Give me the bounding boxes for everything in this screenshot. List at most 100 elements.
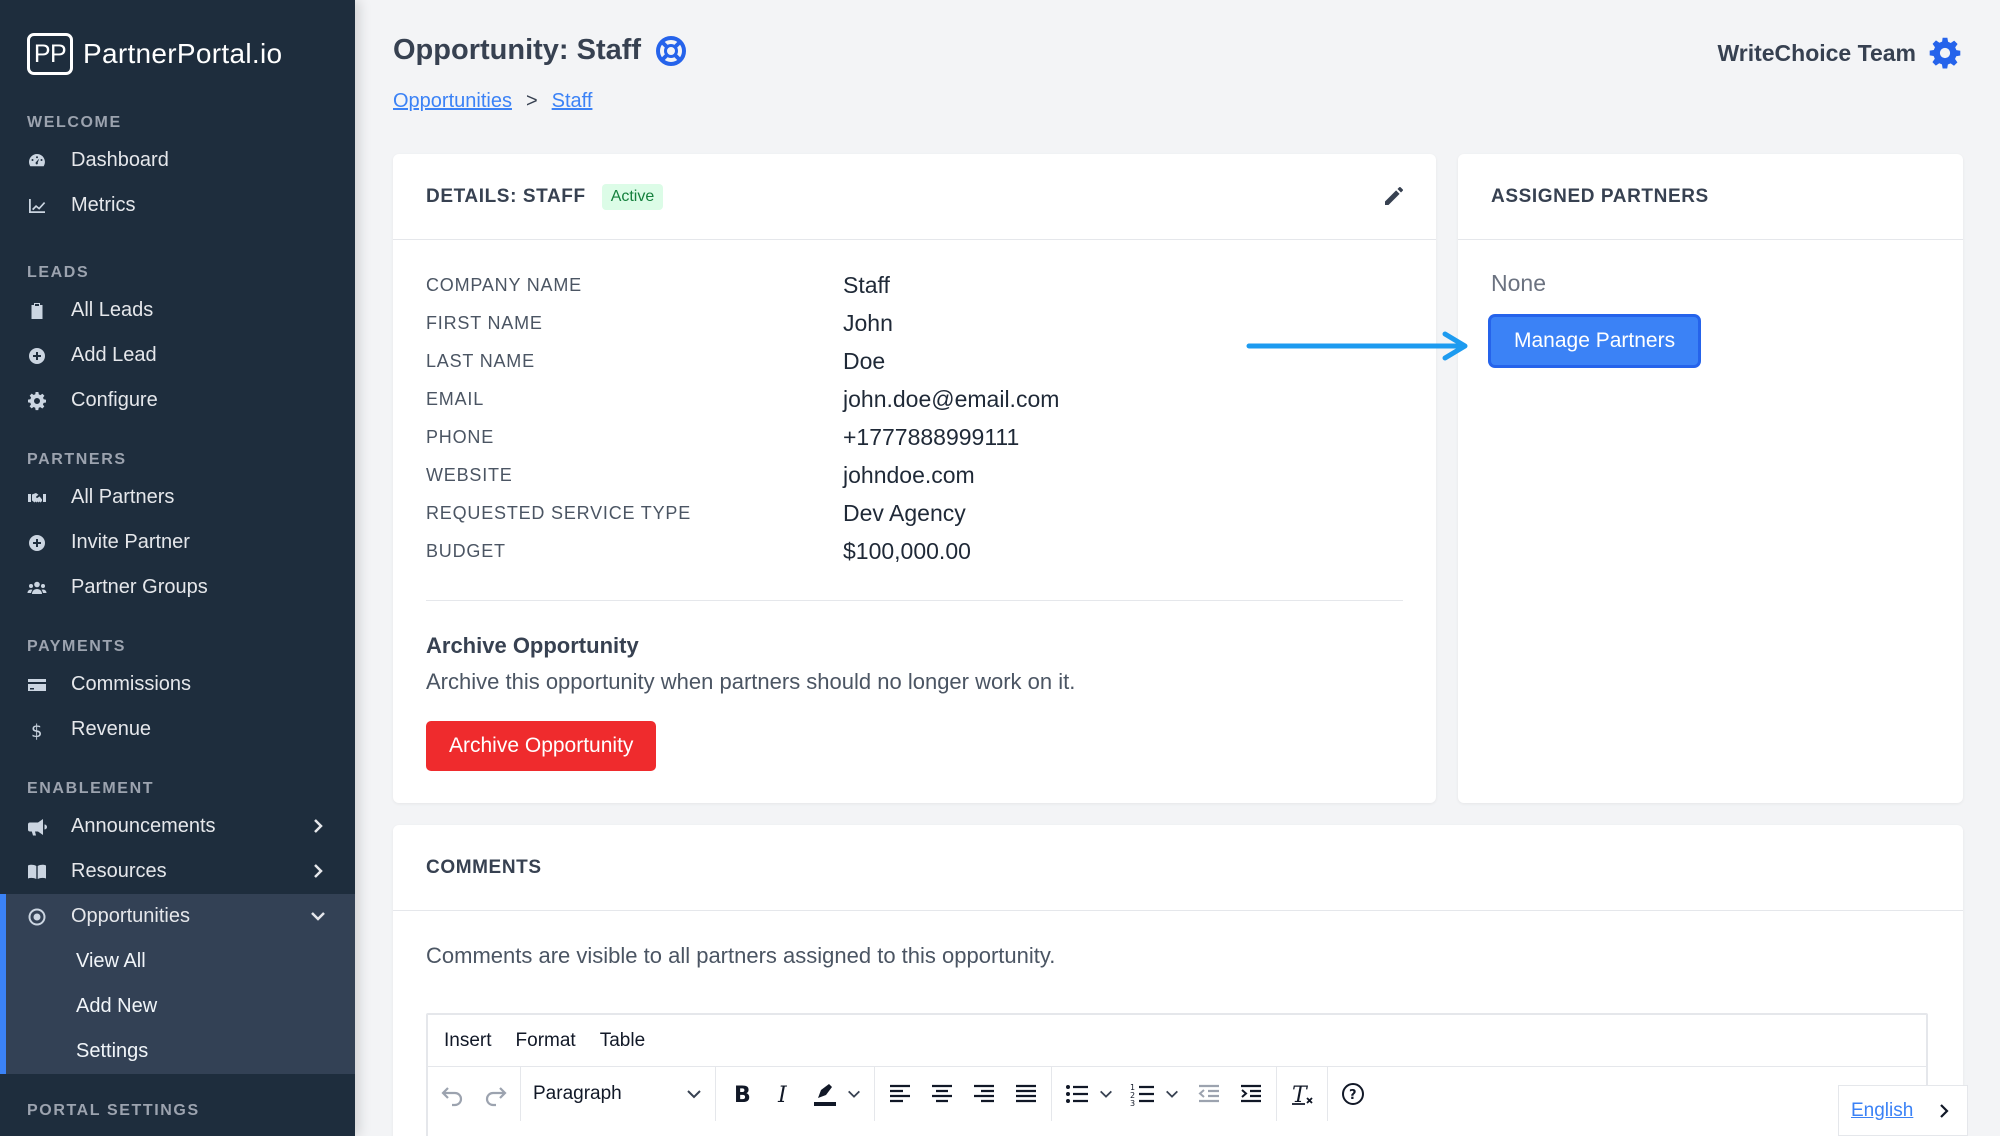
- archive-description: Archive this opportunity when partners s…: [426, 669, 1076, 694]
- detail-row: EMAIL john.doe@email.com: [426, 380, 1403, 418]
- sidebar-item-partner-groups[interactable]: Partner Groups: [0, 565, 355, 610]
- manage-partners-button[interactable]: Manage Partners: [1491, 317, 1699, 365]
- detail-value: johndoe.com: [843, 461, 975, 488]
- sidebar-subitem-settings[interactable]: Settings: [6, 1029, 355, 1074]
- editor-toolbar: Paragraph B I 123 T ?: [428, 1067, 1926, 1121]
- align-center-icon[interactable]: [929, 1081, 955, 1107]
- comments-description: Comments are visible to all partners ass…: [426, 943, 1056, 968]
- sidebar-item-label: Add Lead: [71, 344, 157, 366]
- block-format-select[interactable]: Paragraph: [533, 1083, 703, 1105]
- redo-icon[interactable]: [482, 1081, 508, 1107]
- help-circle-icon[interactable]: ?: [1340, 1081, 1366, 1107]
- detail-label: COMPANY NAME: [426, 274, 582, 295]
- sidebar-item-add-lead[interactable]: Add Lead: [0, 333, 355, 378]
- breadcrumb-staff-link[interactable]: Staff: [552, 90, 593, 113]
- sidebar-item-label: Commissions: [71, 673, 192, 695]
- detail-label: PHONE: [426, 426, 495, 447]
- menu-format[interactable]: Format: [516, 1030, 576, 1052]
- sidebar-item-configure[interactable]: Configure: [0, 378, 355, 423]
- sidebar-item-label: Revenue: [71, 718, 152, 740]
- list-group: 123: [1052, 1067, 1277, 1121]
- chevron-right-icon: [1940, 1103, 1949, 1118]
- sidebar-item-announcements[interactable]: Announcements: [0, 804, 355, 849]
- lifebuoy-icon[interactable]: [655, 35, 687, 67]
- dollar-icon: $: [27, 720, 55, 740]
- page-title: Opportunity: Staff: [393, 34, 687, 67]
- menu-insert[interactable]: Insert: [444, 1030, 492, 1052]
- dashboard-icon: [27, 151, 55, 171]
- clipboard-icon: [27, 301, 55, 321]
- sidebar-item-all-partners[interactable]: All Partners: [0, 475, 355, 520]
- megaphone-icon: [27, 817, 55, 837]
- numbered-list-icon[interactable]: 123: [1130, 1081, 1156, 1107]
- archive-opportunity-button[interactable]: Archive Opportunity: [426, 721, 657, 771]
- details-list: COMPANY NAME Staff FIRST NAME John LAST NA…: [393, 240, 1436, 570]
- sidebar-item-dashboard[interactable]: Dashboard: [0, 138, 355, 183]
- credit-card-icon: [27, 675, 55, 695]
- plus-circle-icon: [27, 346, 55, 366]
- archive-section: Archive Opportunity Archive this opportu…: [393, 601, 1436, 771]
- highlight-icon[interactable]: [812, 1081, 838, 1107]
- team-menu[interactable]: WriteChoice Team: [1717, 36, 1962, 70]
- chevron-down-icon[interactable]: [846, 1086, 862, 1102]
- clear-formatting-icon[interactable]: T: [1289, 1081, 1315, 1107]
- sidebar-item-resources[interactable]: Resources: [0, 849, 355, 894]
- detail-row: COMPANY NAME Staff: [426, 266, 1403, 304]
- sidebar-subitem-view-all[interactable]: View All: [6, 939, 355, 984]
- block-format-value: Paragraph: [533, 1083, 622, 1104]
- sidebar-item-opportunities[interactable]: Opportunities: [6, 894, 355, 939]
- chevron-down-icon: [311, 912, 325, 921]
- assigned-partners-header: ASSIGNED PARTNERS: [1458, 154, 1963, 240]
- sidebar-item-all-leads[interactable]: All Leads: [0, 288, 355, 333]
- outdent-icon[interactable]: [1196, 1081, 1222, 1107]
- chevron-down-icon[interactable]: [1098, 1086, 1114, 1102]
- sidebar-item-label: All Partners: [71, 486, 175, 508]
- detail-value: John: [843, 309, 893, 336]
- clear-format-group: T: [1277, 1067, 1328, 1121]
- alignment-group: [875, 1067, 1052, 1121]
- gear-icon[interactable]: [1928, 36, 1962, 70]
- undo-icon[interactable]: [440, 1081, 466, 1107]
- brand-name: PartnerPortal.io: [83, 38, 283, 69]
- italic-icon[interactable]: I: [770, 1081, 796, 1107]
- chevron-right-icon: [314, 819, 323, 833]
- detail-label: WEBSITE: [426, 464, 513, 485]
- svg-text:?: ?: [1349, 1088, 1357, 1103]
- svg-text:I: I: [777, 1083, 788, 1107]
- annotation-arrow-icon: [1246, 331, 1468, 361]
- section-label-payments: PAYMENTS: [27, 638, 127, 655]
- comments-header: COMMENTS: [393, 825, 1963, 911]
- bullet-list-icon[interactable]: [1064, 1081, 1090, 1107]
- language-link[interactable]: English: [1851, 1100, 1913, 1122]
- bold-icon[interactable]: B: [728, 1081, 754, 1107]
- details-title: DETAILS: STAFF: [426, 185, 586, 207]
- breadcrumb-opportunities-link[interactable]: Opportunities: [393, 90, 512, 113]
- sidebar-item-revenue[interactable]: $ Revenue: [0, 707, 355, 752]
- comments-card: COMMENTS Comments are visible to all par…: [393, 825, 1963, 1136]
- sidebar-group-opportunities: Opportunities View All Add New Settings: [0, 894, 355, 1074]
- sidebar-item-label: Announcements: [71, 815, 216, 837]
- language-switcher[interactable]: English: [1838, 1085, 1968, 1136]
- align-right-icon[interactable]: [971, 1081, 997, 1107]
- pencil-icon[interactable]: [1382, 184, 1406, 208]
- assigned-partners-card: ASSIGNED PARTNERS None Manage Partners: [1458, 154, 1963, 803]
- detail-value: john.doe@email.com: [843, 385, 1060, 412]
- indent-icon[interactable]: [1238, 1081, 1264, 1107]
- sidebar-item-label: Configure: [71, 389, 158, 411]
- rich-text-editor[interactable]: Insert Format Table Paragraph B I 1 2 3 …: [426, 1013, 1928, 1136]
- chevron-right-icon: [314, 864, 323, 878]
- sidebar-subitem-add-new[interactable]: Add New: [6, 984, 355, 1029]
- section-label-welcome: WELCOME: [27, 114, 122, 131]
- align-justify-icon[interactable]: [1013, 1081, 1039, 1107]
- chevron-down-icon[interactable]: [1164, 1086, 1180, 1102]
- detail-row: REQUESTED SERVICE TYPE Dev Agency: [426, 494, 1403, 532]
- brand[interactable]: PP PartnerPortal.io: [0, 0, 355, 108]
- history-group: [428, 1067, 521, 1121]
- menu-table[interactable]: Table: [600, 1030, 645, 1052]
- align-left-icon[interactable]: [887, 1081, 913, 1107]
- sidebar-item-invite-partner[interactable]: Invite Partner: [0, 520, 355, 565]
- detail-label: BUDGET: [426, 540, 506, 561]
- svg-text:$: $: [31, 721, 42, 740]
- sidebar-item-metrics[interactable]: Metrics: [0, 183, 355, 228]
- sidebar-item-commissions[interactable]: Commissions: [0, 662, 355, 707]
